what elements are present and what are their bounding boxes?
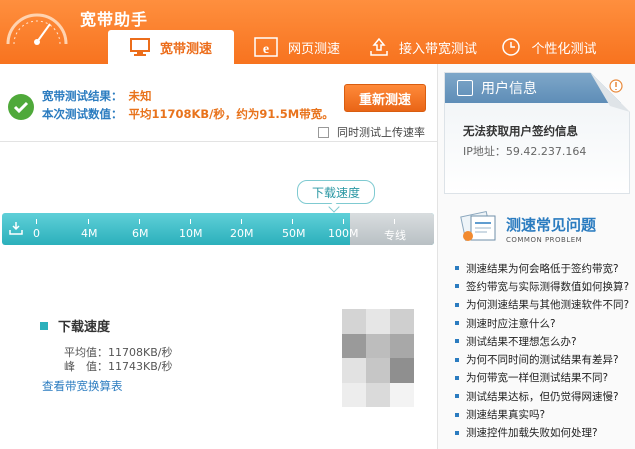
clock-icon — [502, 38, 521, 56]
download-tray-icon — [9, 222, 23, 235]
bullet-icon — [455, 412, 459, 417]
page-curl-icon — [590, 72, 630, 112]
scale-label: 50M — [282, 227, 306, 240]
scale-tick — [36, 219, 37, 224]
faq-item[interactable]: 签约带宽与实际测得数值如何换算? — [453, 277, 635, 295]
faq-item[interactable]: 为何带宽一样但测试结果不同? — [453, 369, 635, 387]
faq-list: 测速结果为何会略低于签约带宽? 签约带宽与实际测得数值如何换算? 为何测速结果与… — [453, 259, 635, 442]
faq-item-text: 为何不同时间的测试结果有差异? — [466, 354, 619, 367]
faq-title: 测速常见问题 — [506, 216, 597, 234]
app-header: 宽带助手 宽带测速 e 网页测速 接入带宽测试 个性化测试 — [0, 0, 635, 64]
speed-type-bubble: 下载速度 — [297, 180, 375, 204]
ip-address-label: IP地址： — [463, 145, 506, 158]
bullet-icon — [455, 394, 459, 399]
bandwidth-conversion-link[interactable]: 查看带宽换算表 — [42, 378, 123, 394]
bullet-icon — [455, 375, 459, 380]
peak-speed-value: 11743KB/秒 — [108, 360, 173, 373]
simultaneous-upload-checkbox[interactable] — [318, 126, 329, 138]
scale-tick — [190, 219, 191, 224]
faq-item[interactable]: 为何测速结果与其他测速软件不同? — [453, 296, 635, 314]
svg-text:e: e — [263, 42, 269, 57]
scale-label: 专线 — [384, 229, 406, 242]
faq-item-text: 测速控件加载失败如何处理? — [466, 427, 598, 440]
success-check-icon — [8, 94, 34, 120]
bullet-icon — [455, 339, 459, 344]
speed-scale-bar: 0 4M 6M 10M 20M 50M 100M 专线 — [2, 213, 434, 245]
faq-item-text: 签约带宽与实际测得数值如何换算? — [466, 280, 630, 293]
faq-item-text: 测试结果不理想怎么办? — [466, 335, 577, 348]
faq-item[interactable]: 测速结果为何会略低于签约带宽? — [453, 259, 635, 277]
tab-label: 接入带宽测试 — [398, 41, 477, 57]
series-marker — [40, 321, 48, 330]
user-card-icon — [457, 80, 473, 96]
faq-item-text: 测速时应注意什么? — [466, 317, 556, 330]
scale-tick — [292, 219, 293, 224]
simultaneous-upload-option[interactable]: 同时测试上传速率 — [318, 124, 425, 140]
scale-tick — [343, 219, 344, 224]
result-value-line: 本次测试数值： 平均11708KB/秒，约为91.5M带宽。 — [42, 106, 334, 122]
scale-tick — [241, 219, 242, 224]
tab-label: 个性化测试 — [531, 41, 597, 57]
simultaneous-upload-label: 同时测试上传速率 — [337, 126, 425, 139]
faq-item-text: 测速结果为何会略低于签约带宽? — [466, 262, 619, 275]
bullet-icon — [455, 266, 459, 271]
ie-browser-icon: e — [254, 37, 278, 57]
peak-speed-line: 峰 值：11743KB/秒 — [64, 358, 172, 374]
faq-item[interactable]: 测速控件加载失败如何处理? — [453, 424, 635, 442]
scale-tick — [394, 219, 395, 224]
monitor-icon — [129, 38, 150, 56]
scale-label: 10M — [179, 227, 203, 240]
faq-item[interactable]: 测试结果不理想怎么办? — [453, 332, 635, 350]
tab-label: 宽带测速 — [159, 41, 212, 57]
scale-label: 6M — [132, 227, 149, 240]
bullet-icon — [455, 357, 459, 362]
tab-access-bandwidth-test[interactable]: 接入带宽测试 — [360, 30, 486, 64]
tab-label: 网页测速 — [287, 41, 340, 57]
result-status-value: 未知 — [128, 89, 152, 103]
faq-item[interactable]: 测速时应注意什么? — [453, 314, 635, 332]
tab-personalized-test[interactable]: 个性化测试 — [486, 30, 612, 64]
scale-label: 20M — [230, 227, 254, 240]
download-speed-title: 下载速度 — [40, 316, 110, 335]
faq-item[interactable]: 测速结果真实吗? — [453, 405, 635, 423]
ip-address-value: 59.42.237.164 — [505, 145, 587, 158]
result-status-line: 宽带测试结果： 未知 — [42, 88, 152, 104]
faq-document-icon — [460, 210, 496, 242]
scale-label: 0 — [33, 227, 40, 240]
faq-item-text: 为何带宽一样但测试结果不同? — [466, 372, 609, 385]
user-info-message: 无法获取用户签约信息 — [463, 124, 578, 138]
result-status-label: 宽带测试结果： — [42, 89, 123, 103]
scale-label: 4M — [81, 227, 98, 240]
faq-item[interactable]: 测试结果达标，但仍觉得网速慢? — [453, 387, 635, 405]
faq-item[interactable]: 为何不同时间的测试结果有差异? — [453, 350, 635, 368]
ip-address-line: IP地址：59.42.237.164 — [463, 143, 586, 159]
faq-item-text: 测速结果真实吗? — [466, 409, 546, 422]
scale-tick — [139, 219, 140, 224]
peak-speed-label: 峰 值： — [64, 360, 108, 373]
scale-tick — [88, 219, 89, 224]
test-result-panel: 宽带测试结果： 未知 本次测试数值： 平均11708KB/秒，约为91.5M带宽。 … — [0, 64, 437, 142]
tab-broadband-speed-test[interactable]: 宽带测速 — [108, 30, 234, 64]
result-value-label: 本次测试数值： — [42, 107, 123, 121]
tab-webpage-speed-test[interactable]: e 网页测速 — [234, 30, 360, 64]
bullet-icon — [455, 321, 459, 326]
pixelated-placeholder-image — [342, 309, 414, 407]
faq-subtitle: COMMON PROBLEM — [506, 236, 583, 244]
faq-item-text: 为何测速结果与其他测速软件不同? — [466, 299, 630, 312]
upload-icon — [370, 37, 388, 56]
user-info-title: 用户信息 — [481, 81, 537, 97]
faq-item-text: 测试结果达标，但仍觉得网速慢? — [466, 390, 619, 403]
scale-label: 100M — [328, 227, 359, 240]
bullet-icon — [455, 302, 459, 307]
panel-divider — [437, 64, 438, 449]
bullet-icon — [455, 430, 459, 435]
app-title: 宽带助手 — [80, 10, 149, 29]
speedometer-logo-icon — [6, 13, 68, 45]
download-speed-label: 下载速度 — [58, 320, 111, 335]
user-info-card: 用户信息 无法获取用户签约信息 IP地址：59.42.237.164 — [444, 72, 630, 194]
retest-button[interactable]: 重新测速 — [344, 84, 426, 112]
bullet-icon — [455, 284, 459, 289]
main-tabs: 宽带测速 e 网页测速 接入带宽测试 个性化测试 — [108, 30, 612, 64]
result-value-text: 平均11708KB/秒，约为91.5M带宽。 — [128, 107, 334, 121]
